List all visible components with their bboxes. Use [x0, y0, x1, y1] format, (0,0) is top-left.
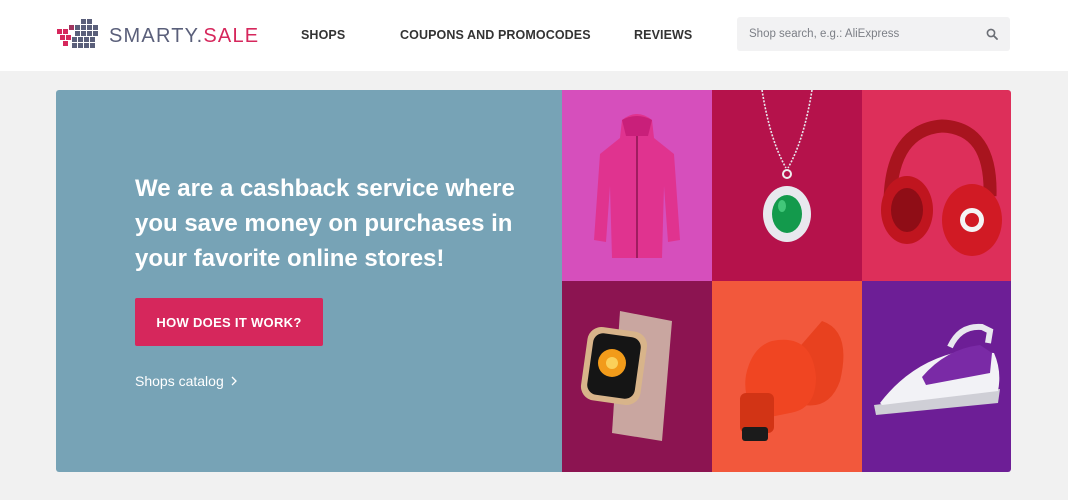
iron-icon — [862, 281, 1011, 472]
boxing-glove-icon — [712, 281, 862, 472]
product-tile-headphones[interactable] — [862, 90, 1011, 281]
logo-text-accent: SALE — [203, 24, 260, 47]
nav-coupons[interactable]: COUPONS AND PROMOCODES — [400, 28, 591, 42]
hero-banner: We are a cashback service where you save… — [56, 90, 1011, 472]
product-tile-smartwatch[interactable] — [562, 281, 712, 472]
logo[interactable]: SMARTY.SALE — [55, 17, 259, 51]
product-tile-jacket[interactable] — [562, 90, 712, 281]
shops-catalog-label: Shops catalog — [135, 373, 224, 389]
pendant-icon — [712, 90, 862, 281]
site-header: SMARTY.SALE SHOPS COUPONS AND PROMOCODES… — [0, 0, 1068, 71]
how-it-works-button[interactable]: HOW DOES IT WORK? — [135, 298, 323, 346]
headphones-icon — [862, 90, 1011, 281]
nav-reviews[interactable]: REVIEWS — [634, 28, 692, 42]
logo-text-main: SMARTY. — [109, 24, 204, 47]
shops-catalog-link[interactable]: Shops catalog — [135, 373, 237, 389]
smartwatch-icon — [562, 281, 712, 472]
logo-text: SMARTY.SALE — [109, 26, 259, 46]
search-icon[interactable] — [986, 28, 998, 40]
search-box — [737, 17, 1010, 51]
product-tile-boxing-glove[interactable] — [712, 281, 862, 472]
jacket-icon — [562, 90, 712, 281]
product-tile-iron[interactable] — [862, 281, 1011, 472]
hero-title: We are a cashback service where you save… — [135, 175, 515, 272]
product-tile-pendant[interactable] — [712, 90, 862, 281]
nav-shops[interactable]: SHOPS — [301, 28, 345, 42]
hero-intro: We are a cashback service where you save… — [56, 90, 562, 472]
logo-basket-icon — [57, 19, 98, 48]
chevron-right-icon — [231, 376, 237, 386]
search-input[interactable] — [737, 17, 977, 51]
